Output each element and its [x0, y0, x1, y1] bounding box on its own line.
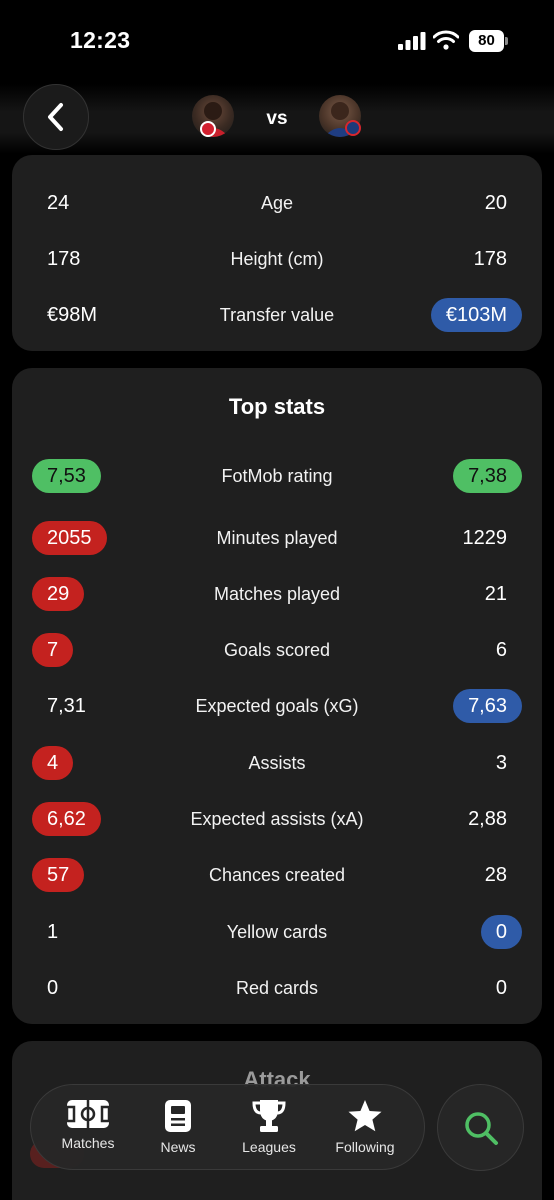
psg-badge-icon — [345, 120, 361, 136]
stat-label: Chances created — [208, 865, 346, 885]
search-icon — [464, 1111, 498, 1145]
news-icon — [165, 1100, 191, 1132]
nav-following[interactable]: Following — [321, 1085, 409, 1171]
comparison-header: vs — [0, 84, 554, 154]
bottom-nav: Matches News Leagues Following — [30, 1084, 425, 1170]
stat-label: Goals scored — [223, 640, 331, 660]
back-button[interactable] — [23, 84, 89, 150]
nav-matches[interactable]: Matches — [45, 1085, 131, 1171]
nav-news[interactable]: News — [143, 1085, 213, 1171]
clock: 12:23 — [70, 27, 131, 53]
right-value: 3 — [495, 752, 507, 774]
stat-row: 29 Matches played 21 — [12, 574, 542, 614]
stat-row: 0 Red cards 0 — [12, 968, 542, 1008]
stat-label: Matches played — [213, 584, 341, 604]
nav-label: News — [160, 1139, 196, 1155]
wifi-icon — [433, 30, 459, 50]
stat-row-transfer-value: €98M Transfer value €103M — [12, 295, 542, 335]
right-value-highlight: 0 — [480, 915, 522, 949]
stat-row: 1 Yellow cards 0 — [12, 912, 542, 952]
stat-row: 57 Chances created 28 — [12, 855, 542, 895]
arsenal-badge-icon — [200, 121, 216, 137]
stat-row: 7 Goals scored 6 — [12, 630, 542, 670]
stat-label: Assists — [248, 753, 306, 773]
stat-row-height: 178 Height (cm) 178 — [12, 239, 542, 279]
trophy-icon — [252, 1100, 286, 1132]
chevron-left-icon — [48, 103, 63, 131]
right-value-highlight: 7,38 — [453, 459, 522, 493]
vs-label: vs — [266, 108, 288, 129]
right-value: 20 — [484, 192, 507, 214]
cellular-signal-icon — [398, 32, 426, 50]
stat-row: 2055 Minutes played 1229 — [12, 518, 542, 558]
stat-row: 6,62 Expected assists (xA) 2,88 — [12, 799, 542, 839]
nav-label: Matches — [61, 1135, 115, 1151]
nav-label: Following — [335, 1139, 395, 1155]
right-value-highlight: €103M — [430, 298, 522, 332]
section-title: Top stats — [228, 394, 326, 419]
right-value: 28 — [484, 864, 507, 886]
nav-label: Leagues — [242, 1139, 296, 1155]
right-value: 6 — [495, 639, 507, 661]
battery-level: 80 — [469, 30, 504, 52]
stat-label: Red cards — [235, 978, 319, 998]
top-stats-card: Top stats 7,53 FotMob rating 7,38 2055 Minut… — [12, 368, 542, 1024]
pitch-icon — [66, 1100, 110, 1128]
right-value: 2,88 — [468, 808, 507, 830]
star-icon — [348, 1100, 382, 1132]
nav-leagues[interactable]: Leagues — [227, 1085, 311, 1171]
right-value: 178 — [473, 248, 507, 270]
stat-row: 7,31 Expected goals (xG) 7,63 — [12, 686, 542, 726]
search-button[interactable] — [437, 1084, 524, 1171]
profile-card: 24 Age 20 178 Height (cm) 178 €98M Trans… — [12, 155, 542, 351]
right-value: 0 — [495, 977, 507, 999]
right-value: 21 — [484, 583, 507, 605]
stat-row-age: 24 Age 20 — [12, 183, 542, 223]
right-value-highlight: 7,63 — [453, 689, 522, 723]
stat-row: 7,53 FotMob rating 7,38 — [12, 456, 542, 496]
right-value: 1229 — [462, 527, 508, 549]
stat-label: Age — [260, 193, 294, 213]
stat-row: 4 Assists 3 — [12, 743, 542, 783]
status-bar: 12:23 80 — [0, 0, 554, 80]
battery-icon: 80 — [469, 30, 509, 52]
stat-label: Yellow cards — [226, 922, 328, 942]
